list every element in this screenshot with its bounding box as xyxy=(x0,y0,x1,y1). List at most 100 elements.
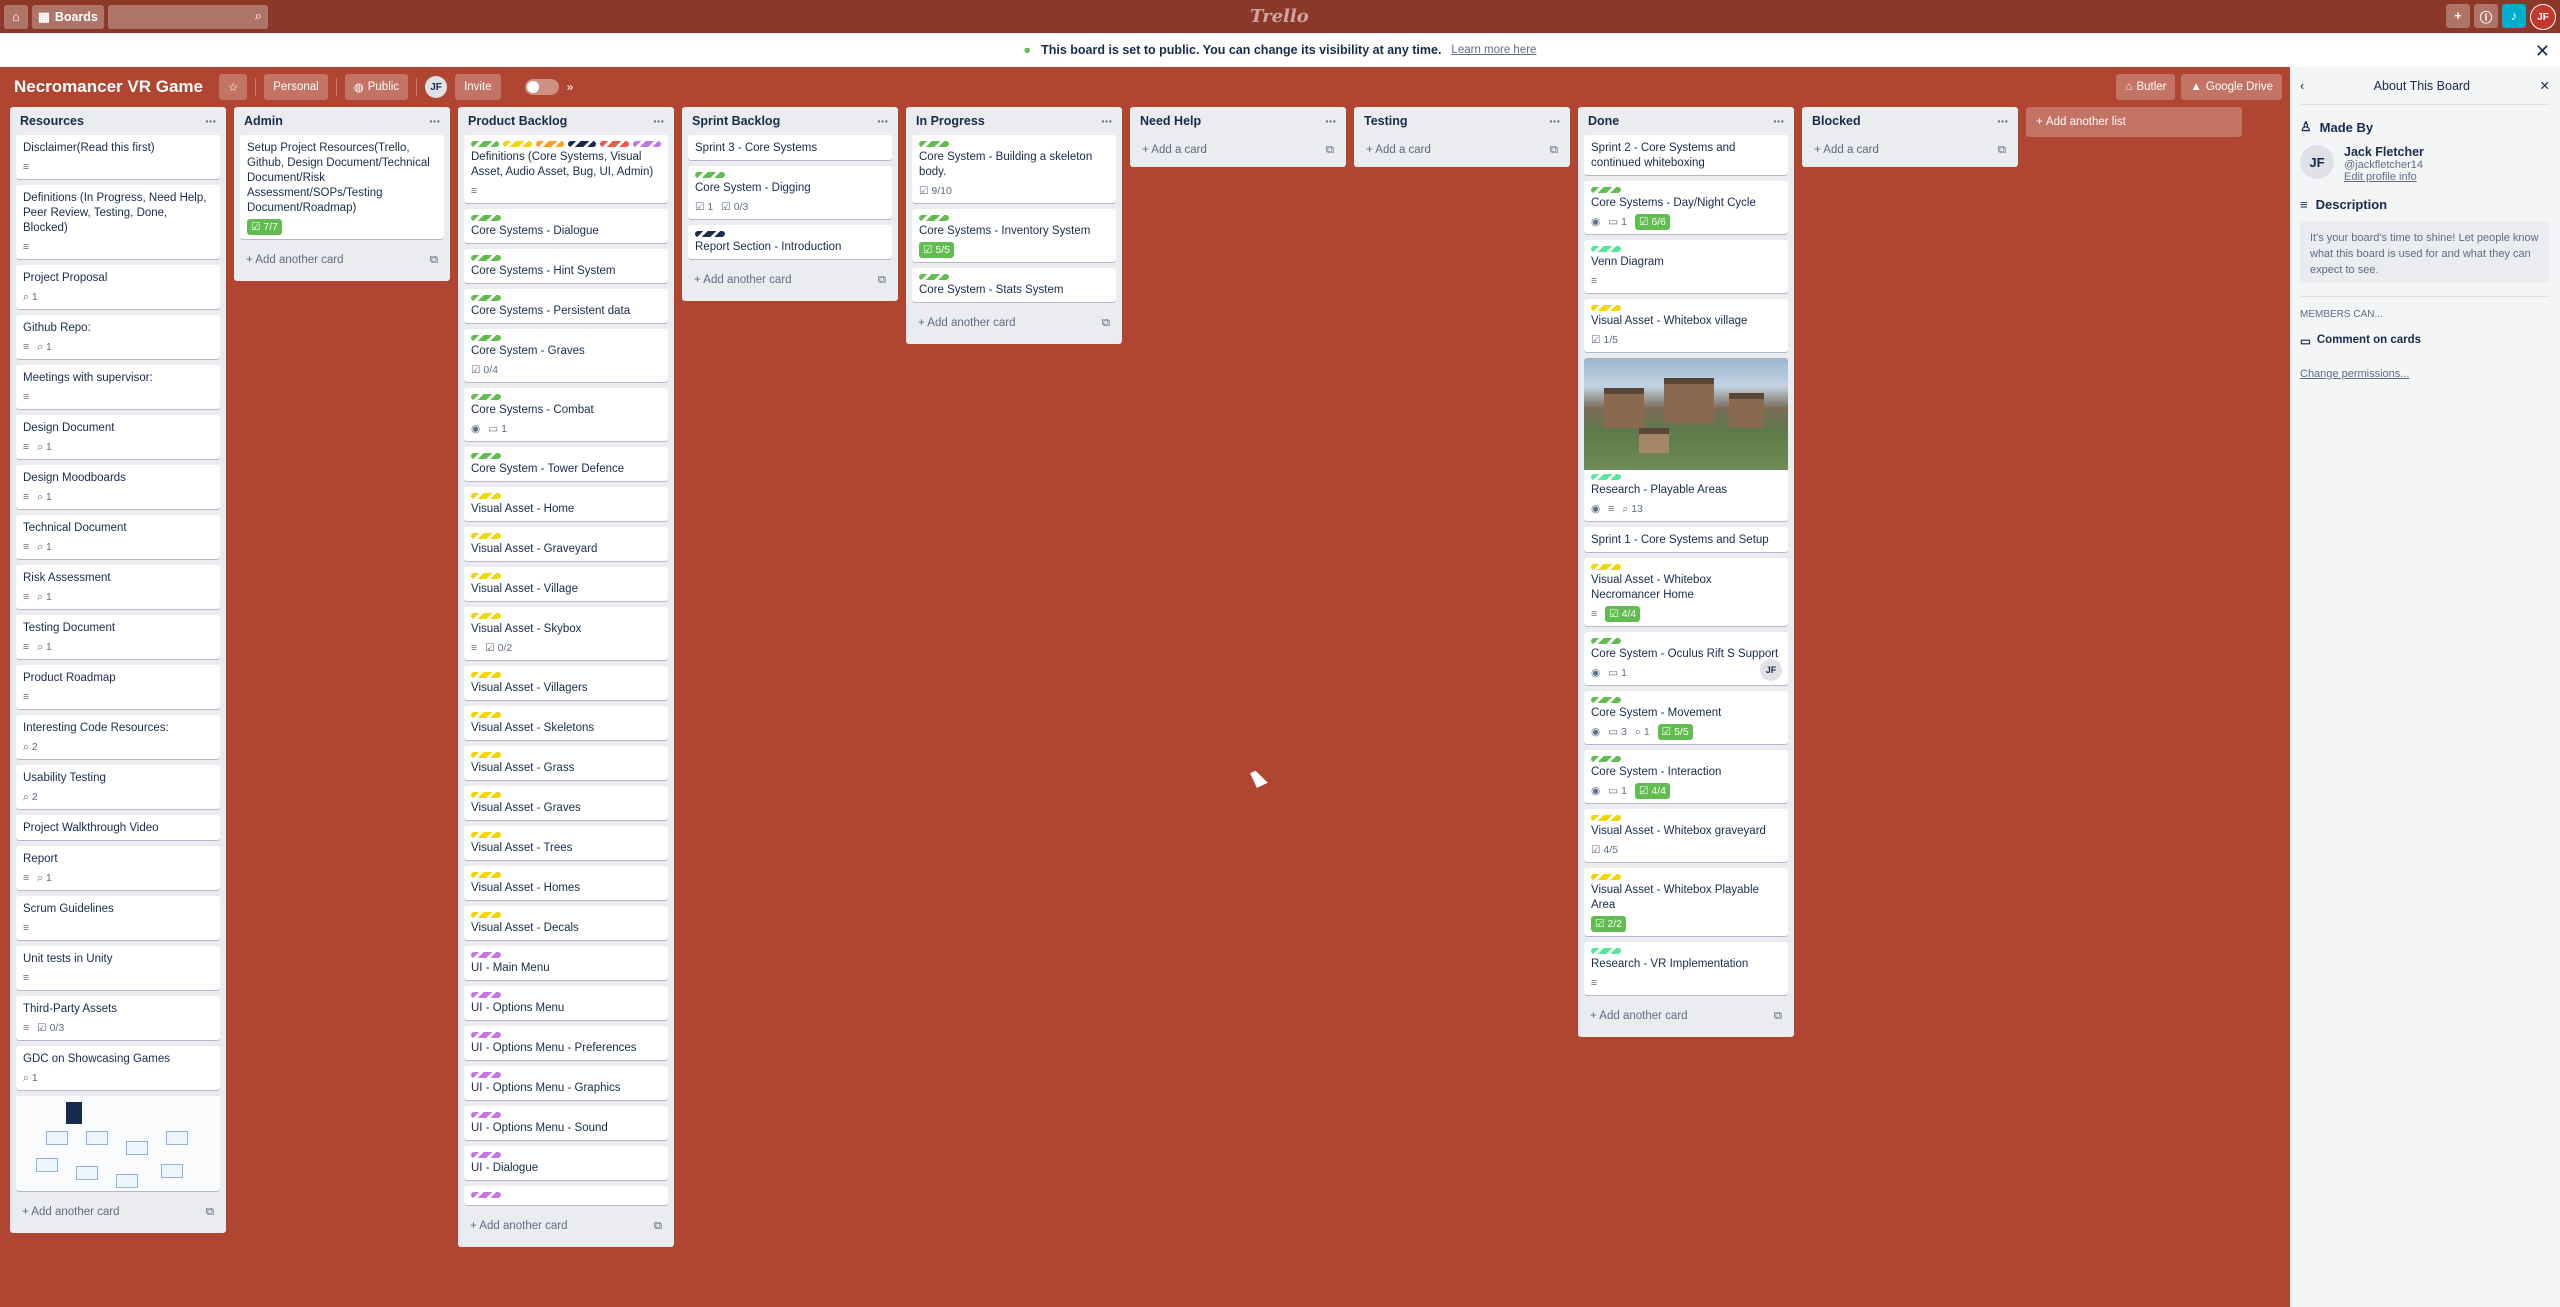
label-stripe[interactable] xyxy=(919,141,949,147)
add-card-button[interactable]: + Add another card ⧉ xyxy=(464,1211,668,1241)
card[interactable]: Venn Diagram ≡ xyxy=(1584,240,1788,293)
card[interactable]: Visual Asset - Homes xyxy=(464,866,668,900)
list-menu-icon[interactable]: ··· xyxy=(1773,113,1785,129)
card[interactable]: Github Repo: ≡ ⌕ 1 xyxy=(16,315,220,359)
card-template-icon[interactable]: ⧉ xyxy=(654,1220,662,1233)
list-header[interactable]: Admin ··· xyxy=(240,107,444,135)
list-menu-icon[interactable]: ··· xyxy=(1325,113,1337,129)
list-header[interactable]: Need Help ··· xyxy=(1136,107,1340,135)
add-card-button[interactable]: + Add another card ⧉ xyxy=(1584,1001,1788,1031)
list-title[interactable]: Admin xyxy=(244,114,283,128)
list-header[interactable]: Sprint Backlog ··· xyxy=(688,107,892,135)
card[interactable]: Visual Asset - Graves xyxy=(464,786,668,820)
card-template-icon[interactable]: ⧉ xyxy=(1326,144,1334,157)
card[interactable]: Visual Asset - Trees xyxy=(464,826,668,860)
card[interactable]: Sprint 3 - Core Systems xyxy=(688,135,892,160)
card[interactable]: Core System - Movement ◉ ▭ 3 ⌕ 1 ☑ 5/5 xyxy=(1584,691,1788,744)
card[interactable]: Unit tests in Unity ≡ xyxy=(16,946,220,990)
card-template-icon[interactable]: ⧉ xyxy=(1774,1010,1782,1023)
card[interactable]: Visual Asset - Whitebox village ☑ 1/5 xyxy=(1584,299,1788,352)
card[interactable]: Project Walkthrough Video xyxy=(16,815,220,840)
card[interactable]: Core Systems - Inventory System ☑ 5/5 xyxy=(912,209,1116,262)
card[interactable]: Visual Asset - Whitebox Necromancer Home… xyxy=(1584,558,1788,626)
card[interactable] xyxy=(16,1096,220,1191)
card[interactable]: Visual Asset - Whitebox Playable Area ☑ 2/… xyxy=(1584,868,1788,936)
invite-button[interactable]: Invite xyxy=(455,74,501,100)
close-icon[interactable]: ✕ xyxy=(2540,78,2550,93)
list-menu-icon[interactable]: ··· xyxy=(877,113,889,129)
card[interactable]: Sprint 1 - Core Systems and Setup xyxy=(1584,527,1788,552)
card-template-icon[interactable]: ⧉ xyxy=(206,1206,214,1219)
label-stripe[interactable] xyxy=(919,274,949,280)
label-stripe[interactable] xyxy=(1591,815,1621,821)
label-stripe[interactable] xyxy=(471,295,501,301)
add-card-button[interactable]: + Add another card ⧉ xyxy=(16,1197,220,1227)
learn-more-link[interactable]: Learn more here xyxy=(1451,44,1536,56)
card[interactable]: Core Systems - Persistent data xyxy=(464,289,668,323)
card[interactable] xyxy=(464,1186,668,1205)
label-stripe[interactable] xyxy=(471,912,501,918)
label-stripe[interactable] xyxy=(471,335,501,341)
label-stripe[interactable] xyxy=(1591,305,1621,311)
card[interactable]: Visual Asset - Decals xyxy=(464,906,668,940)
card[interactable]: Visual Asset - Graveyard xyxy=(464,527,668,561)
label-stripe[interactable] xyxy=(1591,564,1621,570)
label-stripe[interactable] xyxy=(471,394,501,400)
card[interactable]: UI - Options Menu - Sound xyxy=(464,1106,668,1140)
team-button[interactable]: Personal xyxy=(264,74,328,100)
visibility-button[interactable]: ◍ Public xyxy=(344,74,409,100)
card-template-icon[interactable]: ⧉ xyxy=(878,274,886,287)
label-stripe[interactable] xyxy=(600,141,629,147)
label-stripe[interactable] xyxy=(1591,474,1621,480)
label-stripe[interactable] xyxy=(1591,638,1621,644)
member-avatar[interactable]: JF xyxy=(425,76,448,98)
card[interactable]: Sprint 2 - Core Systems and continued wh… xyxy=(1584,135,1788,175)
board-title[interactable]: Necromancer VR Game xyxy=(14,77,203,97)
google-drive-button[interactable]: ▲ Google Drive xyxy=(2181,74,2282,100)
card[interactable]: UI - Options Menu - Graphics xyxy=(464,1066,668,1100)
label-stripe[interactable] xyxy=(471,1112,501,1118)
double-chevron-icon[interactable]: » xyxy=(567,80,574,94)
add-card-button[interactable]: + Add a card ⧉ xyxy=(1360,135,1564,165)
home-button[interactable]: ⌂ xyxy=(4,4,28,29)
card[interactable]: Core Systems - Combat ◉ ▭ 1 xyxy=(464,388,668,441)
card[interactable]: Report Section - Introduction xyxy=(688,225,892,259)
card[interactable]: Report ≡ ⌕ 1 xyxy=(16,846,220,890)
boards-button[interactable]: ▦ Boards xyxy=(32,4,104,29)
list-title[interactable]: Resources xyxy=(20,114,84,128)
label-stripe[interactable] xyxy=(471,215,501,221)
label-stripe[interactable] xyxy=(1591,187,1621,193)
add-list-button[interactable]: + Add another list xyxy=(2026,107,2242,137)
card[interactable]: Definitions (In Progress, Need Help, Pee… xyxy=(16,185,220,259)
edit-profile-link[interactable]: Edit profile info xyxy=(2344,171,2424,183)
label-stripe[interactable] xyxy=(471,792,501,798)
label-stripe[interactable] xyxy=(471,533,501,539)
card[interactable]: Scrum Guidelines ≡ xyxy=(16,896,220,940)
change-permissions-link[interactable]: Change permissions... xyxy=(2300,368,2550,380)
card[interactable]: Research - Playable Areas ◉ ≡ ⌕ 13 xyxy=(1584,358,1788,521)
list-title[interactable]: Sprint Backlog xyxy=(692,114,780,128)
label-stripe[interactable] xyxy=(471,573,501,579)
card[interactable]: Usability Testing ⌕ 2 xyxy=(16,765,220,809)
card[interactable]: Core Systems - Day/Night Cycle ◉ ▭ 1 ☑ 6/6 xyxy=(1584,181,1788,234)
label-stripe[interactable] xyxy=(471,453,501,459)
add-card-button[interactable]: + Add another card ⧉ xyxy=(912,308,1116,338)
user-avatar[interactable]: JF xyxy=(2530,4,2556,30)
label-stripe[interactable] xyxy=(471,672,501,678)
list-header[interactable]: Done ··· xyxy=(1584,107,1788,135)
card[interactable]: Technical Document ≡ ⌕ 1 xyxy=(16,515,220,559)
list-header[interactable]: Resources ··· xyxy=(16,107,220,135)
card[interactable]: Core System - Oculus Rift S Support ◉ ▭ 1 JF xyxy=(1584,632,1788,685)
add-card-button[interactable]: + Add another card ⧉ xyxy=(240,245,444,275)
card[interactable]: Research - VR Implementation ≡ xyxy=(1584,942,1788,995)
card[interactable]: Visual Asset - Skybox ≡ ☑ 0/2 xyxy=(464,607,668,660)
add-card-button[interactable]: + Add another card ⧉ xyxy=(688,265,892,295)
card[interactable]: Core System - Interaction ◉ ▭ 1 ☑ 4/4 xyxy=(1584,750,1788,803)
label-stripe[interactable] xyxy=(503,141,532,147)
label-stripe[interactable] xyxy=(471,832,501,838)
card-member-avatar[interactable]: JF xyxy=(1760,659,1782,681)
card[interactable]: Meetings with supervisor: ≡ xyxy=(16,365,220,409)
description-text[interactable]: It's your board's time to shine! Let peo… xyxy=(2300,222,2550,282)
info-button[interactable]: ⓘ xyxy=(2474,4,2498,28)
create-button[interactable]: + xyxy=(2446,4,2470,28)
